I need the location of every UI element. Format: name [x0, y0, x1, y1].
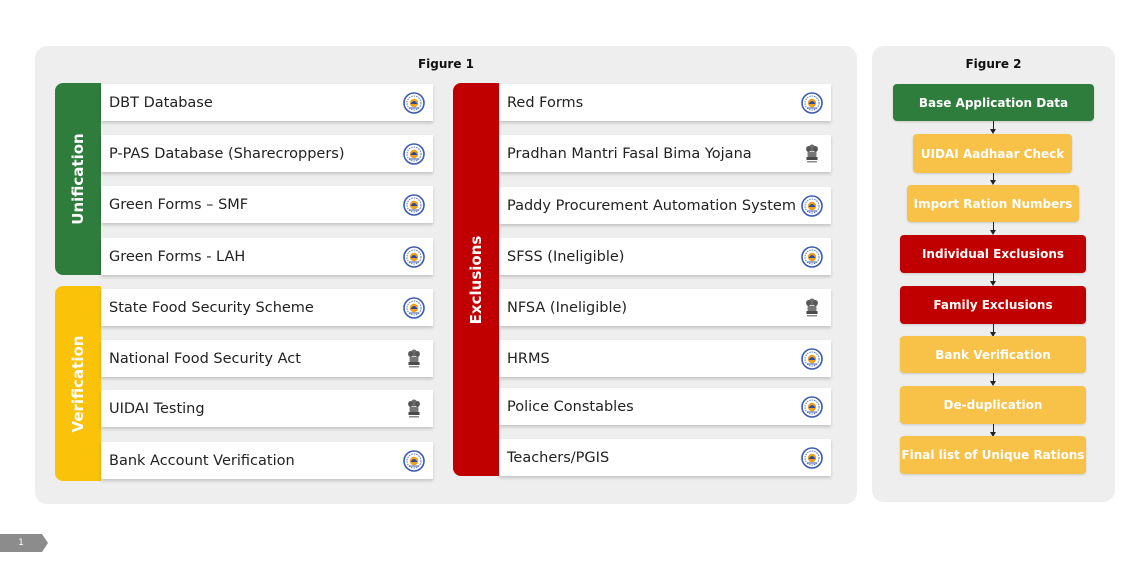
odisha-emblem-icon — [801, 347, 823, 370]
flow-step-uidai-aadhaar-check: UIDAI Aadhaar Check — [913, 134, 1072, 173]
flow-step-final-list-of-unique-rations: Final list of Unique Rations — [900, 436, 1086, 474]
list-item: Bank Account Verification — [101, 442, 433, 479]
row-label: National Food Security Act — [109, 350, 301, 367]
row-label: UIDAI Testing — [109, 400, 205, 417]
unification-label: Unification — [69, 133, 87, 225]
page-number: 1 — [18, 538, 24, 548]
list-item: Police Constables — [499, 388, 831, 425]
odisha-emblem-icon — [801, 245, 823, 268]
row-label: Green Forms – SMF — [109, 196, 249, 213]
list-item: Red Forms — [499, 84, 831, 121]
list-item: Teachers/PGIS — [499, 439, 831, 476]
row-label: Bank Account Verification — [109, 452, 295, 469]
list-item: Green Forms - LAH — [101, 238, 433, 275]
row-label: Green Forms - LAH — [109, 248, 246, 265]
unification-bar: Unification — [55, 83, 101, 275]
odisha-emblem-icon — [801, 194, 823, 217]
flow-step-label: Family Exclusions — [933, 298, 1053, 312]
india-emblem-icon — [806, 298, 818, 316]
list-item: Green Forms – SMF — [101, 186, 433, 223]
row-label: Teachers/PGIS — [507, 449, 610, 466]
row-label: State Food Security Scheme — [109, 299, 314, 316]
figure-1-title: Figure 1 — [417, 57, 475, 71]
list-item: HRMS — [499, 340, 831, 377]
odisha-emblem-icon — [403, 142, 425, 165]
row-label: Red Forms — [507, 94, 584, 111]
odisha-emblem-icon — [801, 395, 823, 418]
flow-step-label: Import Ration Numbers — [913, 196, 1073, 211]
flow-step-label: Final list of Unique Rations — [901, 448, 1085, 462]
row-label: NFSA (Ineligible) — [507, 299, 628, 316]
flow-step-label: Individual Exclusions — [921, 247, 1065, 261]
figure-2-title: Figure 2 — [965, 57, 1022, 71]
list-item: State Food Security Scheme — [101, 289, 433, 326]
row-label: SFSS (Ineligible) — [507, 248, 625, 265]
odisha-emblem-icon — [403, 449, 425, 472]
row-label: DBT Database — [109, 94, 213, 111]
row-label: Police Constables — [507, 398, 634, 415]
flow-step-de-duplication: De-duplication — [900, 386, 1086, 424]
india-emblem-icon — [408, 399, 420, 417]
list-item: P-PAS Database (Sharecroppers) — [101, 135, 433, 172]
verification-bar: Verification — [55, 286, 101, 481]
verification-label: Verification — [69, 335, 87, 432]
list-item: NFSA (Ineligible) — [499, 289, 831, 326]
row-label: Pradhan Mantri Fasal Bima Yojana — [507, 145, 752, 162]
india-emblem-icon — [806, 144, 818, 162]
flow-step-label: UIDAI Aadhaar Check — [920, 146, 1065, 161]
odisha-emblem-icon — [403, 245, 425, 268]
flow-step-label: Base Application Data — [918, 95, 1069, 110]
list-item: DBT Database — [101, 84, 433, 121]
row-label: Paddy Procurement Automation System — [507, 197, 796, 214]
flow-step-label: De-duplication — [943, 398, 1043, 412]
odisha-emblem-icon — [403, 193, 425, 216]
flow-step-family-exclusions: Family Exclusions — [900, 286, 1086, 324]
odisha-emblem-icon — [403, 91, 425, 114]
flow-step-individual-exclusions: Individual Exclusions — [900, 235, 1086, 273]
odisha-emblem-icon — [801, 446, 823, 469]
flow-step-import-ration-numbers: Import Ration Numbers — [907, 185, 1079, 222]
flow-step-base-application-data: Base Application Data — [893, 84, 1094, 121]
flow-step-bank-verification: Bank Verification — [900, 336, 1086, 373]
odisha-emblem-icon — [801, 91, 823, 114]
india-emblem-icon — [408, 349, 420, 367]
exclusions-label: Exclusions — [467, 235, 485, 324]
flow-step-label: Bank Verification — [935, 347, 1051, 362]
exclusions-bar: Exclusions — [453, 83, 499, 476]
odisha-emblem-icon — [403, 296, 425, 319]
list-item: National Food Security Act — [101, 340, 433, 377]
list-item: Paddy Procurement Automation System — [499, 187, 831, 224]
list-item: SFSS (Ineligible) — [499, 238, 831, 275]
row-label: P-PAS Database (Sharecroppers) — [109, 145, 345, 162]
list-item: UIDAI Testing — [101, 390, 433, 427]
list-item: Pradhan Mantri Fasal Bima Yojana — [499, 135, 831, 172]
row-label: HRMS — [507, 350, 550, 367]
